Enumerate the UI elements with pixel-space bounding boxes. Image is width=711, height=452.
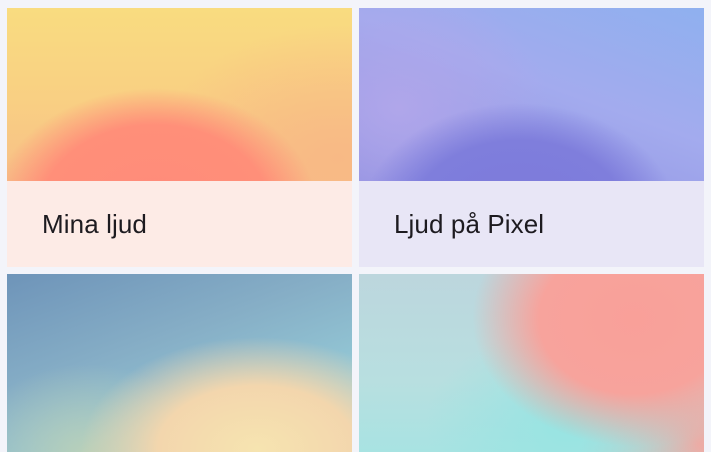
sound-category-card-my-sounds[interactable]: Mina ljud [7,8,352,267]
sound-category-grid: Mina ljud Ljud på Pixel [0,0,711,452]
card-title: Mina ljud [42,208,147,239]
card-title: Ljud på Pixel [394,208,545,239]
sound-category-card-pixel-sounds[interactable]: Ljud på Pixel [359,8,704,267]
card-artwork [7,274,352,452]
sound-category-card-4[interactable] [359,274,704,452]
card-label-area: Mina ljud [7,181,352,267]
card-label-area: Ljud på Pixel [359,181,704,267]
sound-category-card-3[interactable] [7,274,352,452]
card-artwork [359,274,704,452]
card-artwork [7,8,352,181]
card-artwork [359,8,704,181]
